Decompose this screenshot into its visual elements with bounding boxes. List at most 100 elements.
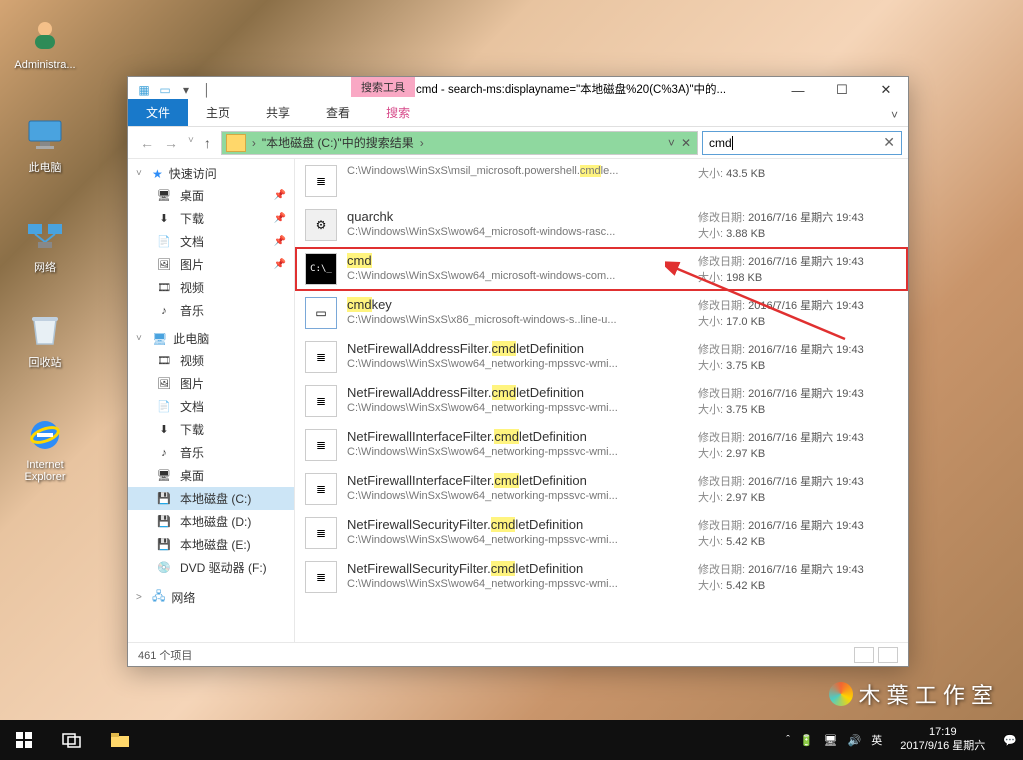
address-clear-icon[interactable]: ✕	[681, 136, 691, 150]
file-row[interactable]: ▭cmdkeyC:\Windows\WinSxS\x86_microsoft-w…	[295, 291, 908, 335]
sidebar-item[interactable]: ♪音乐	[128, 299, 294, 322]
tray-battery-icon[interactable]: 🔋	[800, 734, 814, 747]
nav-history-dropdown[interactable]: ˅	[188, 135, 194, 151]
document-icon: ≣	[305, 473, 337, 505]
file-meta: 修改日期: 2016/7/16 星期六 19:43大小: 3.88 KB	[698, 209, 898, 241]
sidebar-item-icon: ♪	[156, 446, 172, 460]
address-dropdown-icon[interactable]: ˅	[668, 136, 675, 150]
file-name: NetFirewallAddressFilter.cmdletDefinitio…	[347, 341, 698, 356]
file-row[interactable]: ≣NetFirewallInterfaceFilter.cmdletDefini…	[295, 467, 908, 511]
pin-icon: 📌	[274, 190, 286, 201]
file-row[interactable]: ≣NetFirewallSecurityFilter.cmdletDefinit…	[295, 511, 908, 555]
sidebar-item[interactable]: 🖥桌面	[128, 464, 294, 487]
nav-back-button[interactable]: ←	[140, 135, 154, 151]
chevron-right-icon[interactable]: ›	[418, 136, 426, 150]
sidebar-item-icon: 📄	[156, 235, 172, 249]
sidebar-this-pc[interactable]: ˅🖥此电脑	[128, 328, 294, 349]
tray-network-icon[interactable]: 🖥	[824, 734, 838, 747]
qat-properties-icon[interactable]: ▭	[155, 80, 175, 100]
tab-search[interactable]: 搜索	[368, 99, 428, 126]
file-list[interactable]: ≣C:\Windows\WinSxS\msil_microsoft.powers…	[295, 159, 908, 642]
sidebar-network[interactable]: ˃🖧网络	[128, 585, 294, 610]
sidebar-item[interactable]: 💾本地磁盘 (D:)	[128, 510, 294, 533]
sidebar-item-icon: ⬇	[156, 212, 172, 226]
file-meta: 修改日期: 2016/7/16 星期六 19:43大小: 17.0 KB	[698, 297, 898, 329]
ribbon-expand-icon[interactable]: ˅	[881, 104, 908, 126]
file-path: C:\Windows\WinSxS\wow64_networking-mpssv…	[347, 446, 698, 458]
sidebar-item-label: 下载	[180, 210, 204, 227]
maximize-button[interactable]: ☐	[820, 77, 864, 103]
tab-home[interactable]: 主页	[188, 99, 248, 126]
sidebar-item[interactable]: 🖼图片	[128, 372, 294, 395]
tray-ime-icon[interactable]: 英	[871, 732, 882, 748]
sidebar-quick-access[interactable]: ˅★快速访问	[128, 163, 294, 184]
sidebar-item-icon: 💾	[156, 515, 172, 529]
sidebar-item[interactable]: ⬇下载📌	[128, 207, 294, 230]
file-meta: 修改日期: 2016/7/16 星期六 19:43大小: 2.97 KB	[698, 473, 898, 505]
tab-share[interactable]: 共享	[248, 99, 308, 126]
start-button[interactable]	[0, 720, 48, 760]
file-row[interactable]: C:\_cmdC:\Windows\WinSxS\wow64_microsoft…	[295, 247, 908, 291]
status-item-count: 461 个项目	[138, 647, 192, 663]
sidebar-item-label: 文档	[180, 233, 204, 250]
desktop-icon-label: 网络	[10, 259, 80, 275]
taskbar-explorer-icon[interactable]	[96, 720, 144, 760]
desktop-icon-recycle[interactable]: 回收站	[10, 310, 80, 370]
taskview-button[interactable]	[48, 720, 96, 760]
nav-forward-button: →	[164, 135, 178, 151]
file-row[interactable]: ⚙quarchkC:\Windows\WinSxS\wow64_microsof…	[295, 203, 908, 247]
tray-notifications-icon[interactable]: 💬	[1003, 734, 1017, 747]
sidebar-item[interactable]: 📄文档📌	[128, 230, 294, 253]
address-bar[interactable]: › "本地磁盘 (C:)"中的搜索结果 › ˅ ✕	[221, 131, 698, 155]
ribbon-tabs: 文件 主页 共享 查看 搜索 ˅	[128, 103, 908, 127]
minimize-button[interactable]: —	[776, 77, 820, 103]
search-value: cmd	[709, 136, 732, 150]
breadcrumb-search-results[interactable]: "本地磁盘 (C:)"中的搜索结果	[258, 134, 418, 151]
file-name: cmdkey	[347, 297, 698, 312]
nav-up-button[interactable]: ↑	[204, 135, 211, 151]
sidebar-item[interactable]: ♪ 音乐	[128, 441, 294, 464]
sidebar-item[interactable]: 📄文档	[128, 395, 294, 418]
sidebar-item[interactable]: 🎞视频	[128, 276, 294, 299]
sidebar: ˅★快速访问 🖥桌面📌⬇下载📌📄文档📌🖼图片📌🎞视频♪音乐 ˅🖥此电脑 🎞视频🖼…	[128, 159, 295, 642]
desktop-icon-label: 回收站	[10, 354, 80, 370]
sidebar-item[interactable]: 💾本地磁盘 (C:)	[128, 487, 294, 510]
chevron-right-icon[interactable]: ›	[250, 136, 258, 150]
sidebar-item[interactable]: 🖥桌面📌	[128, 184, 294, 207]
sidebar-item-label: DVD 驱动器 (F:)	[180, 559, 267, 576]
sidebar-item[interactable]: ⬇下载	[128, 418, 294, 441]
view-icons-button[interactable]	[878, 647, 898, 663]
sidebar-item[interactable]: 🖼图片📌	[128, 253, 294, 276]
search-tools-tab[interactable]: 搜索工具	[351, 77, 415, 97]
sidebar-item[interactable]: 💾本地磁盘 (E:)	[128, 533, 294, 556]
sidebar-item-label: 桌面	[180, 187, 204, 204]
desktop-icon-ie[interactable]: Internet Explorer	[10, 415, 80, 483]
tray-clock[interactable]: 17:19 2017/9/16 星期六	[892, 726, 993, 754]
sidebar-item[interactable]: 🎞视频	[128, 349, 294, 372]
file-path: C:\Windows\WinSxS\wow64_networking-mpssv…	[347, 402, 698, 414]
file-name: NetFirewallSecurityFilter.cmdletDefiniti…	[347, 517, 698, 532]
tab-file[interactable]: 文件	[128, 99, 188, 126]
desktop-icon-network[interactable]: 网络	[10, 215, 80, 275]
file-row[interactable]: ≣NetFirewallAddressFilter.cmdletDefiniti…	[295, 379, 908, 423]
tray-volume-icon[interactable]: 🔊	[848, 734, 862, 747]
search-input[interactable]: cmd ✕	[702, 131, 902, 155]
qat-dropdown-icon[interactable]: ▾	[176, 80, 196, 100]
sidebar-item-label: 视频	[180, 352, 204, 369]
file-row[interactable]: ≣NetFirewallAddressFilter.cmdletDefiniti…	[295, 335, 908, 379]
view-details-button[interactable]	[854, 647, 874, 663]
tray-up-icon[interactable]: ˆ	[786, 734, 790, 746]
qat-folder-icon[interactable]: ▦	[134, 80, 154, 100]
sidebar-item[interactable]: 💿DVD 驱动器 (F:)	[128, 556, 294, 579]
file-row[interactable]: ≣C:\Windows\WinSxS\msil_microsoft.powers…	[295, 159, 908, 203]
sidebar-item-label: 音乐	[180, 444, 204, 461]
search-clear-icon[interactable]: ✕	[883, 134, 895, 151]
clock-time: 17:19	[900, 726, 985, 740]
file-row[interactable]: ≣NetFirewallSecurityFilter.cmdletDefinit…	[295, 555, 908, 599]
qat-separator-icon: │	[197, 80, 217, 100]
tab-view[interactable]: 查看	[308, 99, 368, 126]
close-button[interactable]: ✕	[864, 77, 908, 103]
desktop-icon-pc[interactable]: 此电脑	[10, 115, 80, 175]
desktop-icon-admin[interactable]: Administra...	[10, 15, 80, 71]
file-row[interactable]: ≣NetFirewallInterfaceFilter.cmdletDefini…	[295, 423, 908, 467]
